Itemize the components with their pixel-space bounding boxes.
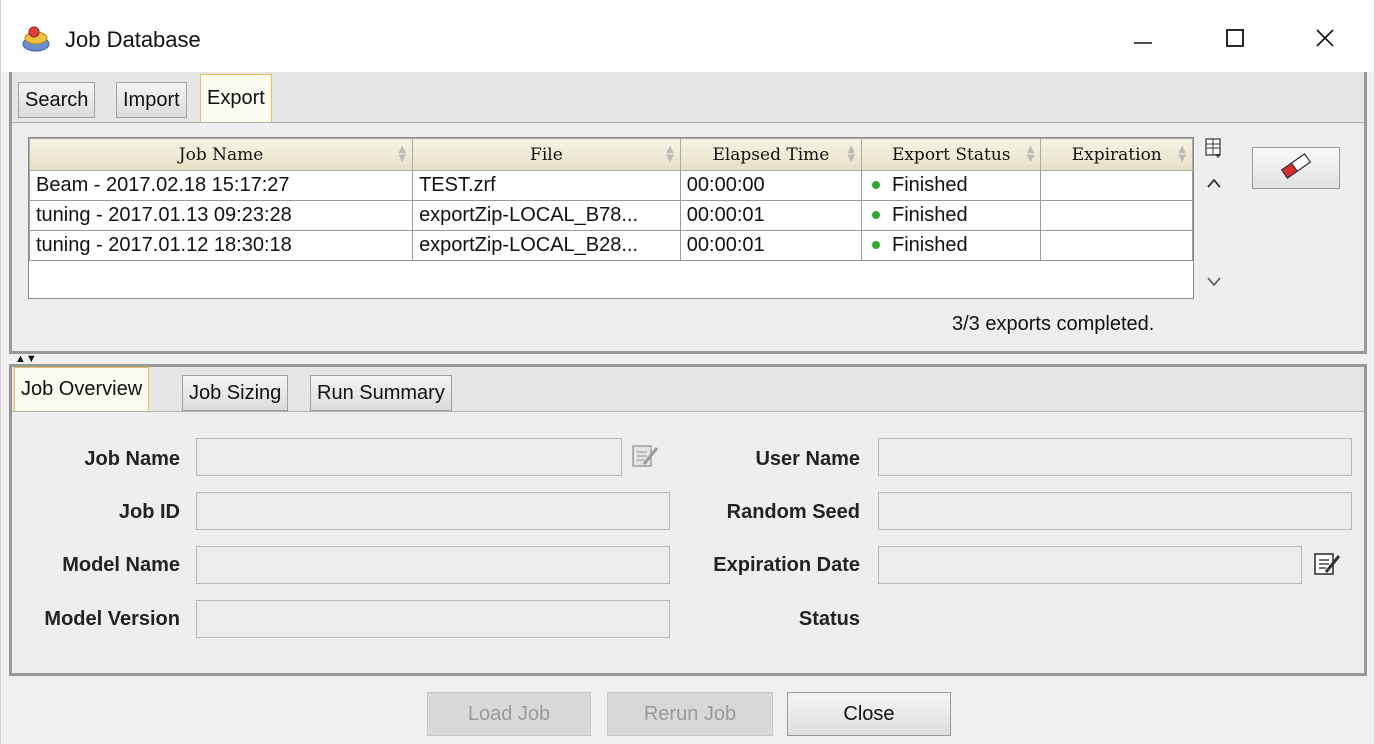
splitter-arrows-icon[interactable]: ▲▼ xyxy=(15,354,37,365)
clear-button[interactable] xyxy=(1252,147,1340,189)
cell-expiration xyxy=(1040,200,1193,231)
model-name-label: Model Name xyxy=(62,554,180,576)
column-header-file[interactable]: File ▲ ▼ xyxy=(412,138,681,171)
cell-elapsed-time: 00:00:01 xyxy=(679,200,863,231)
scroll-down-icon[interactable] xyxy=(1206,271,1222,292)
table-row[interactable]: tuning - 2017.01.12 18:30:18 exportZip-L… xyxy=(28,230,1193,261)
exports-table: Job Name ▲ ▼ File ▲ ▼ Elapsed Time ▲ ▼ Export … xyxy=(28,138,1193,261)
column-chooser-icon[interactable] xyxy=(1204,137,1224,164)
rerun-job-button[interactable]: Rerun Job xyxy=(607,692,773,736)
edit-job-name-icon[interactable] xyxy=(630,442,660,475)
column-header-expiration[interactable]: Expiration ▲ ▼ xyxy=(1040,138,1193,171)
job-id-field[interactable] xyxy=(196,492,670,530)
column-header-elapsed-time[interactable]: Elapsed Time ▲ ▼ xyxy=(679,138,863,171)
cell-export-status: Finished xyxy=(861,170,1042,201)
random-seed-label: Random Seed xyxy=(726,501,860,523)
status-dot-icon xyxy=(872,180,881,189)
exports-table-container: Job Name ▲ ▼ File ▲ ▼ Elapsed Time ▲ ▼ Export … xyxy=(28,137,1194,299)
bottom-panel: Job Overview Job Sizing Run Summary Job … xyxy=(9,364,1367,676)
cell-expiration xyxy=(1040,230,1193,261)
edit-expiration-date-icon[interactable] xyxy=(1312,550,1342,583)
cell-expiration xyxy=(1040,170,1193,201)
job-overview-content: Job Name Job ID Model Name Model Version… xyxy=(12,411,1364,673)
tab-job-overview[interactable]: Job Overview xyxy=(14,367,150,411)
cell-export-status: Finished xyxy=(861,200,1042,231)
model-version-field[interactable] xyxy=(196,600,670,638)
cell-job-name: tuning - 2017.01.12 18:30:18 xyxy=(28,230,414,261)
job-database-window: Job Database Search Import Export Job Na… xyxy=(0,0,1375,744)
status-dot-icon xyxy=(872,240,881,249)
model-name-field[interactable] xyxy=(196,546,670,584)
job-name-field[interactable] xyxy=(196,438,622,476)
table-row[interactable]: Beam - 2017.02.18 15:17:27 TEST.zrf 00:0… xyxy=(28,170,1193,201)
tab-import[interactable]: Import xyxy=(116,82,187,118)
status-dot-icon xyxy=(872,210,881,219)
cell-file: exportZip-LOCAL_B28... xyxy=(412,230,681,261)
cell-job-name: tuning - 2017.01.13 09:23:28 xyxy=(28,200,414,231)
scroll-up-icon[interactable] xyxy=(1206,173,1222,194)
model-version-label: Model Version xyxy=(44,608,180,630)
tab-search[interactable]: Search xyxy=(18,82,96,118)
user-name-label: User Name xyxy=(755,448,860,470)
window-title: Job Database xyxy=(65,27,201,52)
column-header-export-status[interactable]: Export Status ▲ ▼ xyxy=(861,138,1042,171)
maximize-button[interactable] xyxy=(1205,16,1265,60)
job-id-label: Job ID xyxy=(118,501,180,523)
tab-export[interactable]: Export xyxy=(200,74,272,122)
status-label: Status xyxy=(798,608,860,630)
app-icon xyxy=(21,24,51,54)
column-header-job-name[interactable]: Job Name ▲ ▼ xyxy=(28,138,414,171)
cell-job-name: Beam - 2017.02.18 15:17:27 xyxy=(28,170,414,201)
random-seed-field[interactable] xyxy=(878,492,1352,530)
tab-run-summary[interactable]: Run Summary xyxy=(310,375,452,411)
expiration-date-field[interactable] xyxy=(878,546,1302,584)
job-name-label: Job Name xyxy=(84,448,180,470)
expiration-date-label: Expiration Date xyxy=(713,554,860,576)
close-button[interactable]: Close xyxy=(787,692,951,736)
sort-icon: ▲ ▼ xyxy=(666,144,674,164)
sort-icon: ▲ ▼ xyxy=(1026,144,1035,164)
sort-icon: ▲ ▼ xyxy=(847,144,856,164)
cell-elapsed-time: 00:00:01 xyxy=(679,230,863,261)
title-bar: Job Database xyxy=(1,0,1374,72)
cell-file: exportZip-LOCAL_B78... xyxy=(412,200,681,231)
tab-job-sizing[interactable]: Job Sizing xyxy=(182,375,289,411)
table-row[interactable]: tuning - 2017.01.13 09:23:28 exportZip-L… xyxy=(28,200,1193,231)
sort-icon: ▲ ▼ xyxy=(1178,144,1186,164)
export-tab-content: Job Name ▲ ▼ File ▲ ▼ Elapsed Time ▲ ▼ Export … xyxy=(12,122,1364,351)
sort-icon: ▲ ▼ xyxy=(398,144,407,164)
cell-export-status: Finished xyxy=(861,230,1042,261)
cell-file: TEST.zrf xyxy=(412,170,681,201)
export-status-summary: 3/3 exports completed. xyxy=(952,313,1155,335)
load-job-button[interactable]: Load Job xyxy=(427,692,591,736)
top-panel: Search Import Export Job Name ▲ ▼ File ▲ ▼ E… xyxy=(9,72,1367,354)
close-window-button[interactable] xyxy=(1295,16,1355,60)
cell-elapsed-time: 00:00:00 xyxy=(679,170,863,201)
minimize-button[interactable] xyxy=(1113,16,1173,60)
eraser-icon xyxy=(1279,152,1313,184)
user-name-field[interactable] xyxy=(878,438,1352,476)
